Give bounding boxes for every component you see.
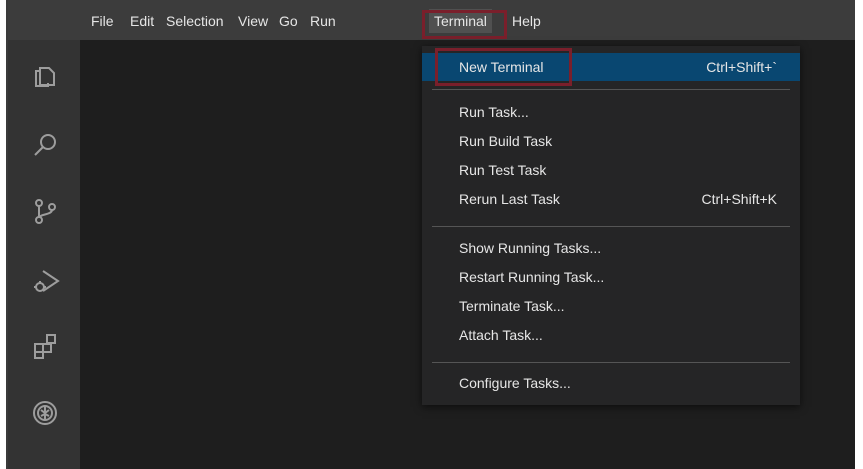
source-control-icon[interactable] xyxy=(30,196,60,226)
menu-item-run-task[interactable]: Run Task... xyxy=(422,98,800,126)
menu-item-run-test-task[interactable]: Run Test Task xyxy=(422,156,800,184)
menu-separator xyxy=(432,226,790,227)
menu-item-label: Run Build Task xyxy=(459,133,553,149)
menu-item-label: Terminate Task... xyxy=(459,298,565,314)
extensions-icon[interactable] xyxy=(30,331,60,361)
menu-run[interactable]: Run xyxy=(310,10,336,32)
remote-icon[interactable] xyxy=(30,398,60,428)
menu-selection[interactable]: Selection xyxy=(166,10,224,32)
run-debug-icon[interactable] xyxy=(30,266,60,296)
menu-item-label: Show Running Tasks... xyxy=(459,240,602,256)
menu-separator xyxy=(432,362,790,363)
menu-go[interactable]: Go xyxy=(279,10,298,32)
menu-separator xyxy=(432,89,790,90)
activity-bar xyxy=(8,40,80,469)
menu-item-show-running-tasks[interactable]: Show Running Tasks... xyxy=(422,234,800,262)
menu-edit[interactable]: Edit xyxy=(130,10,154,32)
menu-item-label: New Terminal xyxy=(459,59,544,75)
menu-item-terminate-task[interactable]: Terminate Task... xyxy=(422,292,800,320)
menu-item-label: Restart Running Task... xyxy=(459,269,605,285)
menu-item-shortcut: Ctrl+Shift+` xyxy=(706,59,777,75)
menu-terminal[interactable]: Terminal xyxy=(429,9,492,33)
menu-item-label: Rerun Last Task xyxy=(459,191,560,207)
menu-item-label: Run Test Task xyxy=(459,162,547,178)
menu-view[interactable]: View xyxy=(238,10,268,32)
menu-item-rerun-last-task[interactable]: Rerun Last Task Ctrl+Shift+K xyxy=(422,185,800,213)
search-icon[interactable] xyxy=(30,130,60,160)
menu-file[interactable]: File xyxy=(91,10,114,32)
title-bar: File Edit Selection View Go Run Terminal… xyxy=(8,0,855,40)
explorer-icon[interactable] xyxy=(30,60,60,90)
menu-item-run-build-task[interactable]: Run Build Task xyxy=(422,127,800,155)
menu-item-shortcut: Ctrl+Shift+K xyxy=(701,191,777,207)
vscode-window: File Edit Selection View Go Run Terminal… xyxy=(8,0,855,469)
menu-item-label: Configure Tasks... xyxy=(459,375,571,391)
menu-item-restart-running-task[interactable]: Restart Running Task... xyxy=(422,263,800,291)
menu-item-label: Attach Task... xyxy=(459,327,543,343)
menu-item-attach-task[interactable]: Attach Task... xyxy=(422,321,800,349)
menu-help[interactable]: Help xyxy=(512,10,541,32)
menu-item-configure-tasks[interactable]: Configure Tasks... xyxy=(422,369,800,397)
menu-item-label: Run Task... xyxy=(459,104,529,120)
terminal-menu-dropdown: New Terminal Ctrl+Shift+` Run Task... Ru… xyxy=(422,46,800,405)
menu-item-new-terminal[interactable]: New Terminal Ctrl+Shift+` xyxy=(422,53,800,81)
